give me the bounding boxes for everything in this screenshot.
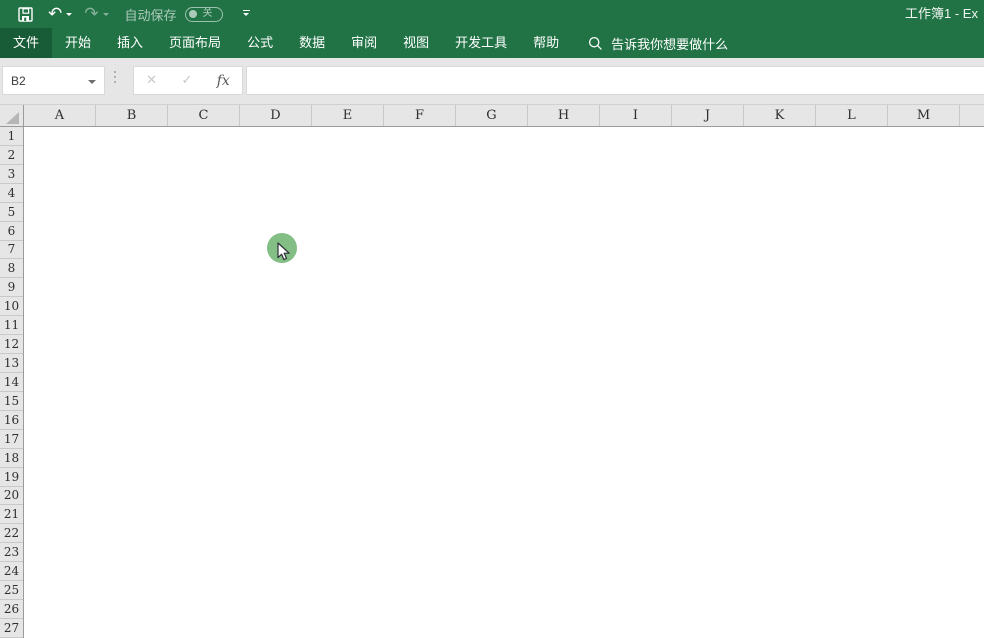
ribbon-tab-formulas[interactable]: 公式 — [234, 28, 286, 58]
sheet-area[interactable] — [24, 127, 984, 638]
autosave-toggle[interactable]: 关 — [185, 7, 223, 22]
row-header-21[interactable]: 21 — [0, 505, 23, 524]
row-header-16[interactable]: 16 — [0, 411, 23, 430]
autosave-label: 自动保存 — [125, 5, 177, 24]
column-header-B[interactable]: B — [96, 105, 168, 126]
formula-bar-buttons: ✕ ✓ fx — [133, 66, 243, 95]
ribbon-tab-insert[interactable]: 插入 — [104, 28, 156, 58]
ribbon-tab-view[interactable]: 视图 — [390, 28, 442, 58]
autosave-control[interactable]: 自动保存 关 — [125, 5, 223, 24]
row-header-3[interactable]: 3 — [0, 165, 23, 184]
column-header-D[interactable]: D — [240, 105, 312, 126]
redo-button: ↷ — [84, 0, 108, 28]
customize-qat-button[interactable] — [243, 0, 250, 28]
column-header-J[interactable]: J — [672, 105, 744, 126]
row-header-24[interactable]: 24 — [0, 562, 23, 581]
tell-me-search[interactable]: 告诉我你想要做什么 — [588, 28, 728, 58]
column-header-E[interactable]: E — [312, 105, 384, 126]
search-icon — [588, 36, 603, 51]
toggle-dot-icon — [189, 10, 197, 18]
ribbon-tab-file[interactable]: 文件 — [0, 28, 52, 58]
enter-icon: ✓ — [181, 73, 192, 88]
row-header-4[interactable]: 4 — [0, 184, 23, 203]
redo-icon: ↷ — [84, 6, 98, 23]
redo-dropdown-caret-icon — [103, 13, 109, 19]
undo-button[interactable]: ↶ — [48, 0, 72, 28]
row-header-8[interactable]: 8 — [0, 259, 23, 278]
insert-function-button[interactable]: fx — [217, 73, 230, 89]
row-header-15[interactable]: 15 — [0, 392, 23, 411]
ribbon-tab-home[interactable]: 开始 — [52, 28, 104, 58]
autosave-state: 关 — [203, 9, 213, 19]
column-header-filler — [960, 105, 984, 126]
row-header-25[interactable]: 25 — [0, 581, 23, 600]
ribbon-tab-developer[interactable]: 开发工具 — [442, 28, 520, 58]
window-title: 工作簿1 - Ex — [905, 0, 978, 28]
excel-window: { "colors": { "ribbon_green": "#217346",… — [0, 0, 984, 638]
column-header-L[interactable]: L — [816, 105, 888, 126]
select-all-triangle-icon — [6, 112, 19, 124]
select-all-button[interactable] — [0, 105, 24, 126]
row-header-27[interactable]: 27 — [0, 619, 23, 638]
ribbon-tab-review[interactable]: 审阅 — [338, 28, 390, 58]
formula-input[interactable] — [246, 66, 984, 95]
column-header-M[interactable]: M — [888, 105, 960, 126]
row-header-2[interactable]: 2 — [0, 146, 23, 165]
column-header-G[interactable]: G — [456, 105, 528, 126]
row-header-20[interactable]: 20 — [0, 487, 23, 506]
cancel-icon: ✕ — [146, 73, 157, 88]
name-box[interactable]: B2 — [2, 66, 105, 95]
undo-icon: ↶ — [48, 6, 62, 23]
column-header-I[interactable]: I — [600, 105, 672, 126]
title-bar: ↶ ↷ 自动保存 关 工作簿1 - Ex — [0, 0, 984, 28]
row-header-19[interactable]: 19 — [0, 468, 23, 487]
ribbon-tab-bar: 文件开始插入页面布局公式数据审阅视图开发工具帮助 告诉我你想要做什么 — [0, 28, 984, 58]
row-header-17[interactable]: 17 — [0, 430, 23, 449]
column-header-A[interactable]: A — [24, 105, 96, 126]
row-header-22[interactable]: 22 — [0, 524, 23, 543]
row-header-column: 1234567891011121314151617181920212223242… — [0, 127, 24, 638]
column-header-F[interactable]: F — [384, 105, 456, 126]
chevron-down-icon — [243, 13, 249, 19]
ribbon-tab-data[interactable]: 数据 — [286, 28, 338, 58]
tell-me-label: 告诉我你想要做什么 — [611, 34, 728, 53]
column-header-K[interactable]: K — [744, 105, 816, 126]
worksheet: 1234567891011121314151617181920212223242… — [0, 127, 984, 638]
row-header-11[interactable]: 11 — [0, 316, 23, 335]
row-header-5[interactable]: 5 — [0, 203, 23, 222]
row-header-10[interactable]: 10 — [0, 297, 23, 316]
row-header-18[interactable]: 18 — [0, 449, 23, 468]
save-icon[interactable] — [14, 0, 36, 28]
formula-bar-resize-handle[interactable] — [114, 71, 116, 83]
column-header-C[interactable]: C — [168, 105, 240, 126]
row-header-7[interactable]: 7 — [0, 241, 23, 260]
column-header-row: ABCDEFGHIJKLM — [0, 104, 984, 127]
row-header-1[interactable]: 1 — [0, 127, 23, 146]
row-header-13[interactable]: 13 — [0, 354, 23, 373]
ribbon-tab-help[interactable]: 帮助 — [520, 28, 572, 58]
quick-access-toolbar: ↶ ↷ 自动保存 关 — [0, 0, 250, 28]
row-header-12[interactable]: 12 — [0, 335, 23, 354]
name-box-dropdown-icon[interactable] — [88, 80, 96, 88]
row-header-26[interactable]: 26 — [0, 600, 23, 619]
row-header-6[interactable]: 6 — [0, 222, 23, 241]
ribbon-tab-page-layout[interactable]: 页面布局 — [156, 28, 234, 58]
row-header-23[interactable]: 23 — [0, 543, 23, 562]
row-header-14[interactable]: 14 — [0, 373, 23, 392]
row-header-9[interactable]: 9 — [0, 278, 23, 297]
formula-bar: B2 ✕ ✓ fx — [0, 58, 984, 104]
column-header-H[interactable]: H — [528, 105, 600, 126]
name-box-value: B2 — [3, 74, 88, 88]
undo-dropdown-caret-icon[interactable] — [66, 13, 72, 19]
